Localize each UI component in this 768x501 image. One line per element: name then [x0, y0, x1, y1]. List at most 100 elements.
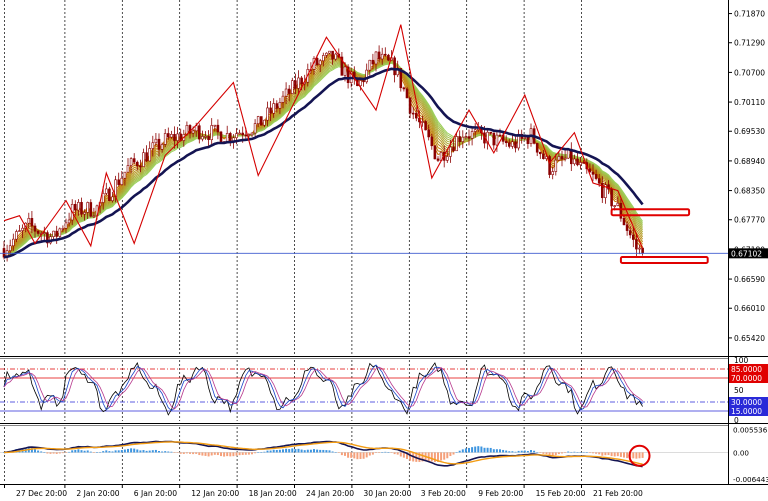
chart-root: 0.71870 0.71290 0.70700 0.70110 0.69530 0.689… [0, 0, 768, 498]
macd-histogram-bar [573, 451, 576, 453]
candle-body [616, 202, 620, 206]
candle-body [287, 88, 291, 94]
candle-body [300, 77, 303, 85]
candle-body [36, 230, 40, 234]
candle-body [269, 107, 272, 114]
macd-histogram-bar [492, 449, 495, 453]
macd-histogram-bar [235, 452, 238, 456]
time-tick-label: 30 Jan 20:00 [363, 489, 411, 498]
macd-histogram-bar [210, 452, 213, 456]
candle-body [263, 119, 266, 126]
macd-histogram-bar [96, 452, 98, 453]
macd-histogram-bar [185, 452, 188, 454]
candle-body [284, 88, 288, 97]
macd-histogram-bar [195, 452, 198, 454]
candle-body [33, 225, 37, 232]
candle-body [393, 57, 396, 76]
macd-histogram-bar [269, 450, 272, 453]
candle-body [334, 53, 338, 60]
candle-body [12, 238, 15, 247]
candle-body [294, 80, 297, 89]
candle-body [582, 162, 586, 164]
candle-body [61, 228, 65, 230]
macd-histogram-bar [337, 452, 340, 453]
macd-histogram-bar [325, 450, 328, 453]
candle-body [343, 66, 347, 76]
macd-histogram-bar [139, 450, 142, 453]
macd-histogram-bar [526, 451, 529, 453]
macd-histogram-bar [232, 452, 235, 457]
candle-body [170, 134, 173, 138]
macd-histogram-bar [530, 450, 532, 453]
candle-body [15, 231, 18, 240]
macd-histogram-bar [71, 450, 74, 453]
macd-histogram-bar [592, 452, 594, 454]
macd-histogram-bar [46, 452, 49, 454]
macd-histogram-bar [306, 449, 309, 453]
macd-histogram-bar [61, 452, 64, 454]
candle-body [495, 134, 499, 146]
macd-histogram-bar [613, 452, 616, 457]
macd-histogram-bar [626, 452, 629, 459]
candle-body [421, 121, 424, 123]
macd-histogram-bar [226, 452, 229, 457]
candle-body [535, 143, 539, 153]
candle-body [207, 136, 210, 141]
candle-body [405, 88, 409, 99]
macd-histogram-bar [313, 449, 315, 453]
macd-histogram-bar [347, 452, 350, 458]
macd-histogram-bar [396, 452, 399, 455]
macd-histogram-bar [371, 452, 374, 455]
macd-histogram-bar [505, 450, 508, 453]
candle-body [467, 136, 471, 139]
candle-body [610, 188, 613, 207]
macd-histogram-bar [554, 452, 557, 456]
macd-histogram-bar [123, 449, 126, 453]
macd-histogram-bar [495, 449, 498, 453]
macd-histogram-bar [601, 452, 604, 456]
candle-body [151, 142, 155, 149]
macd-histogram-bar [207, 452, 210, 457]
macd-histogram-bar [102, 451, 105, 453]
macd-histogram-bar [179, 452, 182, 454]
macd-histogram-bar [220, 452, 222, 457]
candle-body [507, 142, 511, 147]
candle-body [470, 131, 474, 139]
candle-body [290, 80, 294, 94]
candle-body [436, 158, 440, 161]
candle-body [387, 54, 390, 61]
candle-body [449, 146, 452, 157]
candle-body [92, 215, 96, 218]
candle-body [641, 247, 644, 254]
macd-tick-label: -0.006443 [733, 475, 768, 484]
candle-body [371, 59, 375, 65]
macd-histogram-bar [399, 452, 402, 457]
candle-body [219, 131, 223, 143]
time-tick-label: 18 Jan 20:00 [249, 489, 297, 498]
macd-histogram-bar [387, 452, 390, 453]
macd-histogram-bar [440, 452, 443, 461]
candle-body [235, 133, 238, 139]
macd-histogram-bar [77, 449, 80, 453]
candle-body [111, 196, 114, 201]
macd-histogram-bar [461, 449, 464, 453]
candle-body [18, 230, 21, 232]
macd-histogram-bar [384, 451, 387, 453]
candle-body [321, 55, 325, 62]
candle-body [238, 132, 241, 135]
macd-histogram-bar [111, 451, 114, 453]
macd-histogram-bar [471, 447, 474, 453]
candle-body [198, 125, 201, 140]
macd-histogram-bar [409, 452, 412, 461]
candle-body [241, 132, 244, 136]
candle-body [368, 59, 372, 71]
macd-histogram-bar [37, 450, 40, 453]
macd-histogram-bar [557, 452, 560, 455]
candle-body [489, 131, 493, 134]
candle-body [52, 230, 55, 237]
macd-histogram-bar [114, 450, 117, 453]
candle-body [30, 218, 34, 227]
macd-histogram-bar [514, 451, 517, 453]
price-tick-label: 0.65420 [734, 334, 765, 343]
macd-histogram-bar [356, 452, 359, 460]
